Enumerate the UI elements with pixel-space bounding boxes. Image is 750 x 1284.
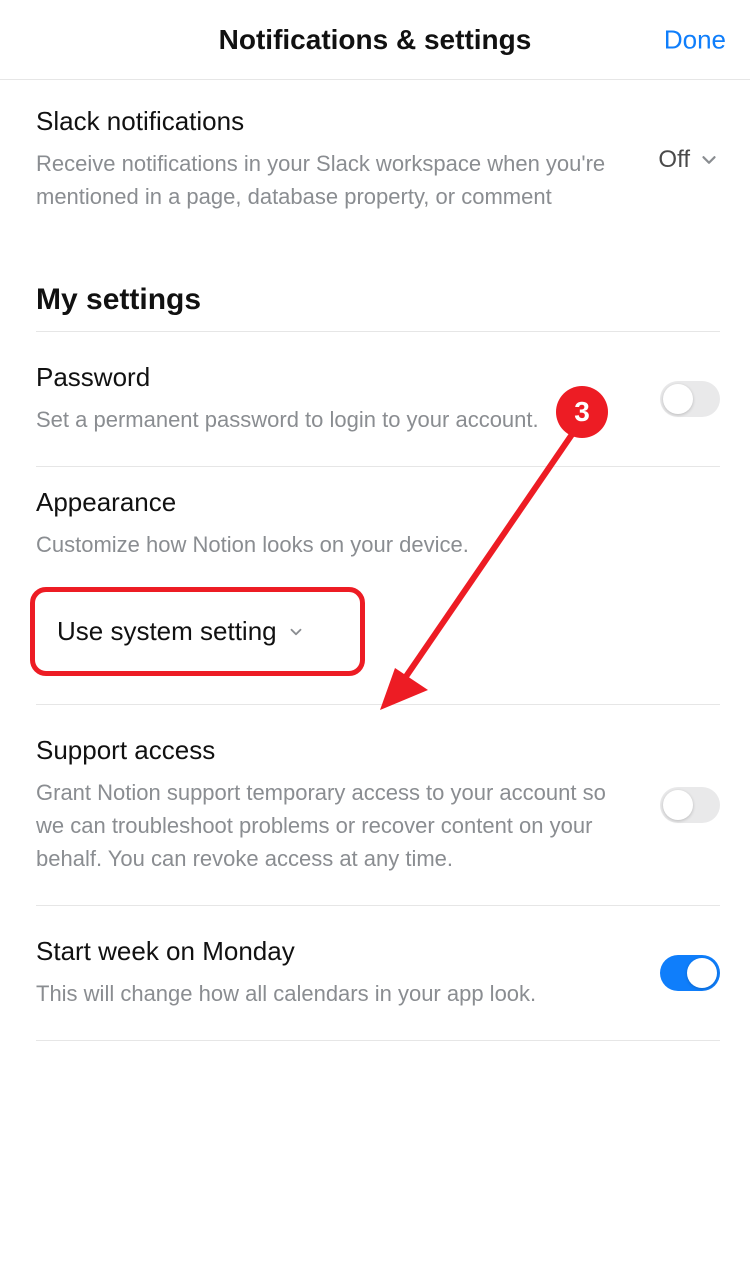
support-label: Support access: [36, 735, 640, 766]
support-desc: Grant Notion support temporary access to…: [36, 776, 640, 875]
my-settings-heading: My settings: [0, 239, 750, 331]
appearance-dropdown[interactable]: Use system setting: [30, 587, 365, 676]
password-row: Password Set a permanent password to log…: [0, 332, 750, 466]
password-toggle[interactable]: [660, 381, 720, 417]
done-button[interactable]: Done: [664, 24, 726, 55]
password-textcol: Password Set a permanent password to log…: [36, 362, 660, 436]
support-access-row: Support access Grant Notion support temp…: [0, 705, 750, 905]
page-title: Notifications & settings: [219, 24, 532, 56]
appearance-desc: Customize how Notion looks on your devic…: [36, 528, 714, 561]
header: Notifications & settings Done: [0, 0, 750, 80]
slack-desc: Receive notifications in your Slack work…: [36, 147, 638, 213]
divider: [36, 1040, 720, 1041]
content: Slack notifications Receive notification…: [0, 80, 750, 1041]
support-toggle[interactable]: [660, 787, 720, 823]
toggle-knob: [663, 384, 693, 414]
slack-notifications-row[interactable]: Slack notifications Receive notification…: [0, 80, 750, 239]
start-week-toggle[interactable]: [660, 955, 720, 991]
toggle-knob: [687, 958, 717, 988]
password-desc: Set a permanent password to login to you…: [36, 403, 640, 436]
chevron-down-icon: [287, 623, 305, 641]
startweek-label: Start week on Monday: [36, 936, 640, 967]
appearance-label: Appearance: [36, 487, 714, 518]
start-week-row: Start week on Monday This will change ho…: [0, 906, 750, 1040]
slack-value-control[interactable]: Off: [658, 146, 720, 174]
slack-textcol: Slack notifications Receive notification…: [36, 106, 658, 213]
toggle-knob: [663, 790, 693, 820]
chevron-down-icon: [698, 149, 720, 171]
startweek-desc: This will change how all calendars in yo…: [36, 977, 640, 1010]
password-label: Password: [36, 362, 640, 393]
appearance-row: Appearance Customize how Notion looks on…: [0, 467, 750, 561]
slack-label: Slack notifications: [36, 106, 638, 137]
support-textcol: Support access Grant Notion support temp…: [36, 735, 660, 875]
slack-value: Off: [658, 146, 690, 174]
appearance-value: Use system setting: [57, 616, 277, 647]
startweek-textcol: Start week on Monday This will change ho…: [36, 936, 660, 1010]
